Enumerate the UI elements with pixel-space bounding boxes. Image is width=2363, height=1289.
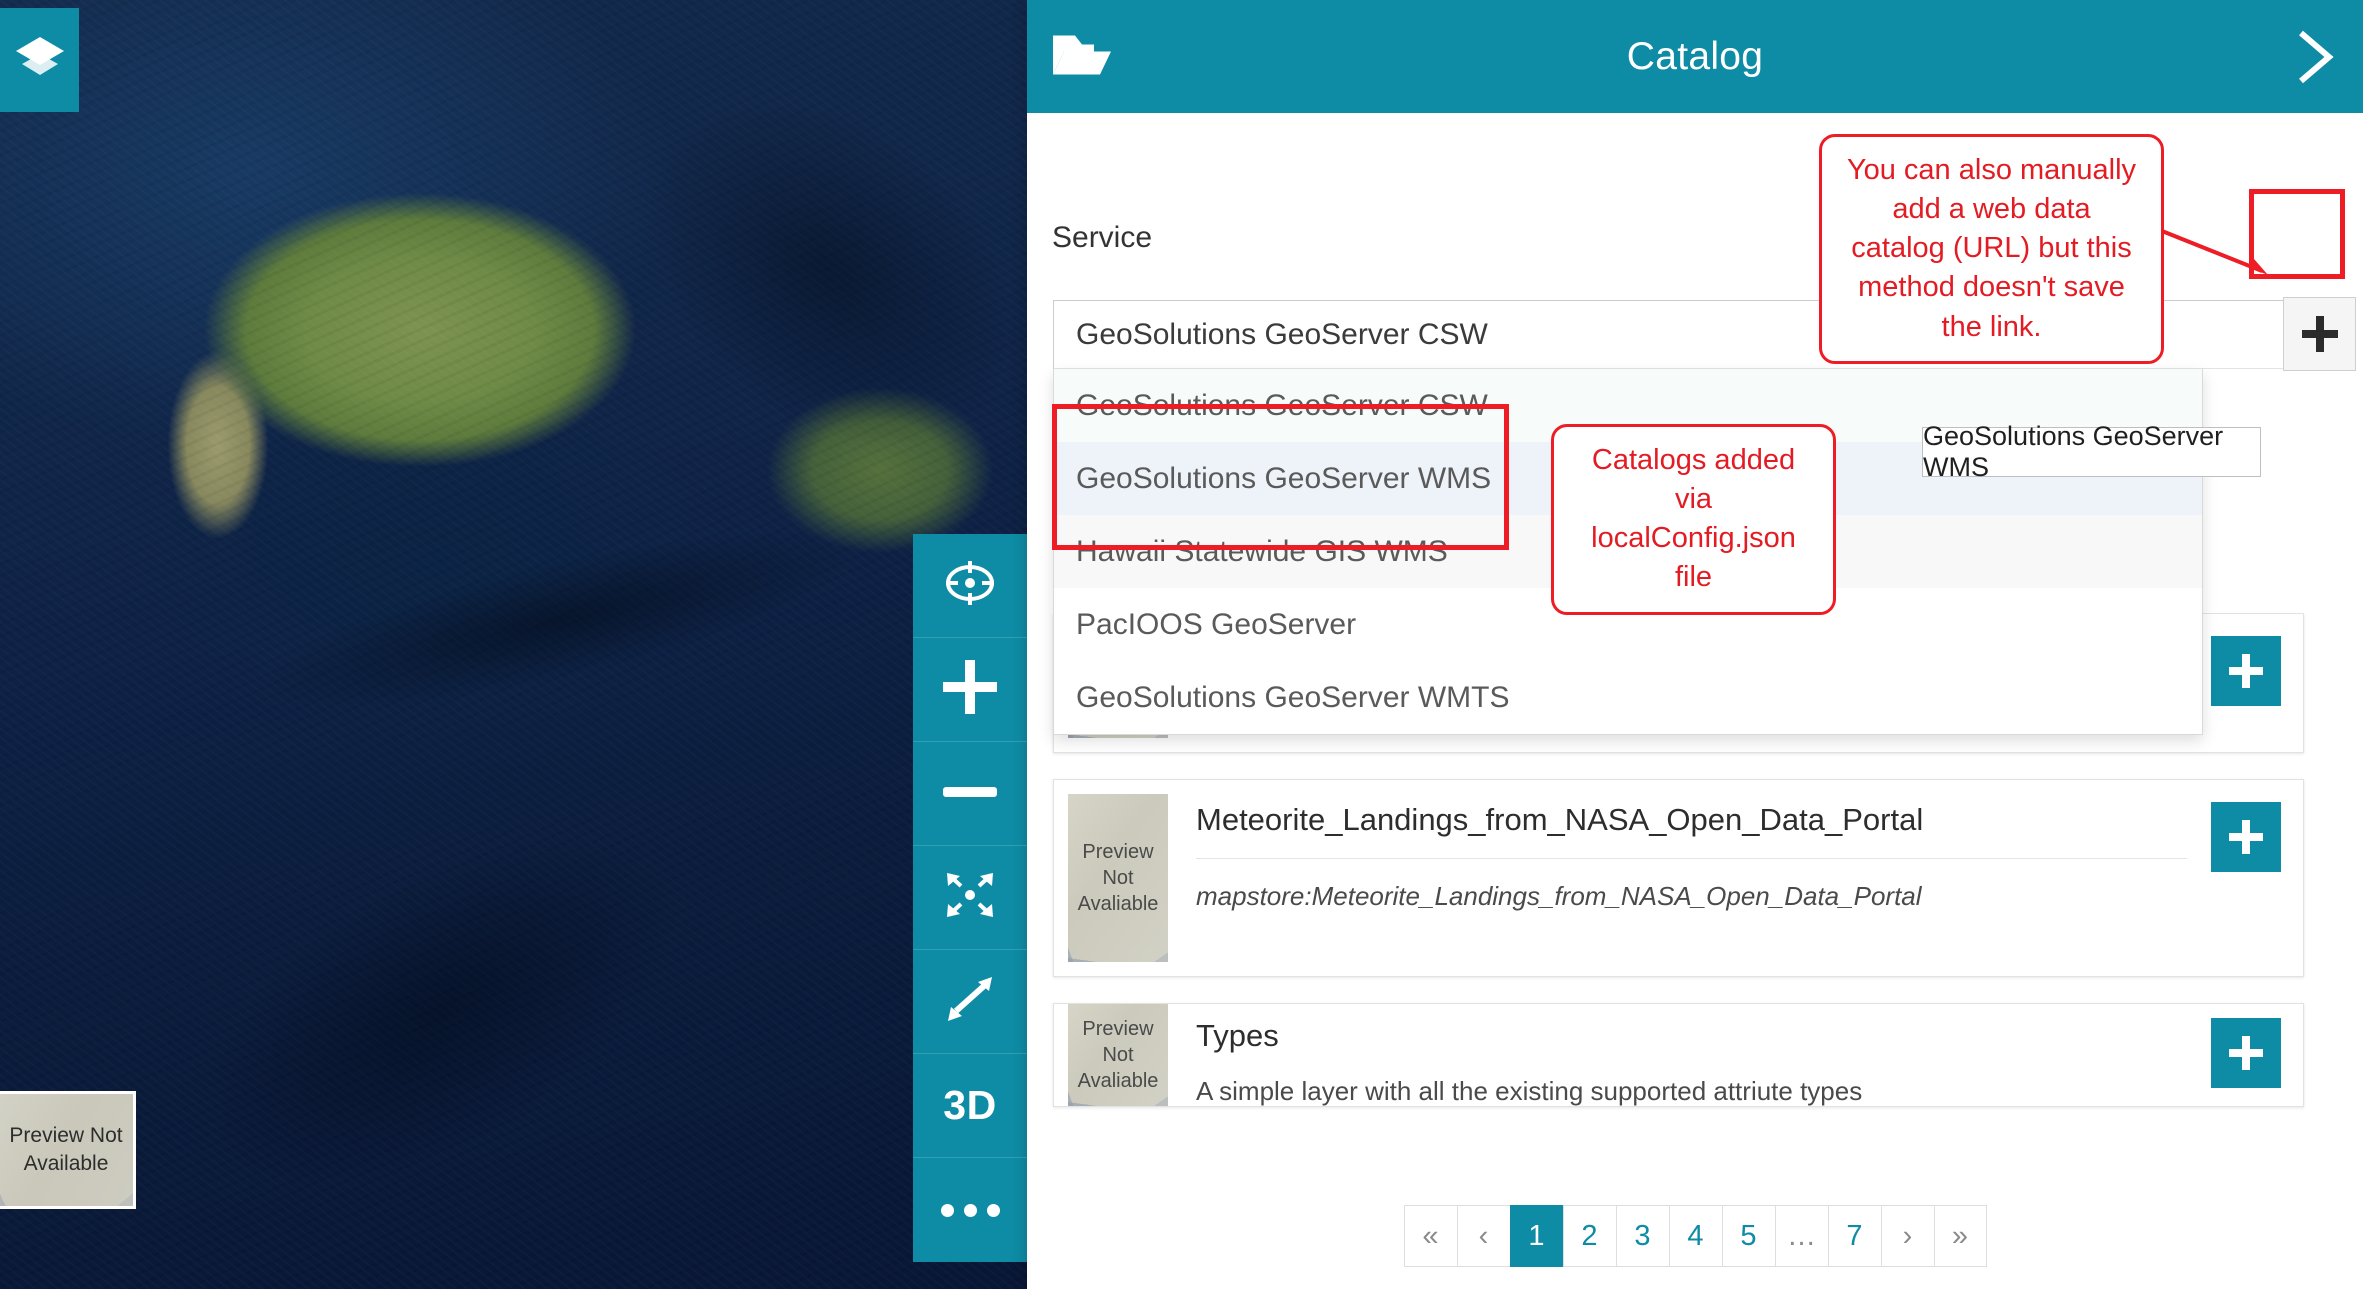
- layer-description: A simple layer with all the existing sup…: [1196, 1076, 1863, 1106]
- locate-me-button[interactable]: [913, 534, 1027, 638]
- thumb-line1: Preview Not: [1082, 1018, 1154, 1066]
- map-canvas[interactable]: [0, 0, 1088, 1289]
- divider: [1196, 858, 2187, 859]
- zoom-out-button[interactable]: [913, 742, 1027, 846]
- page-3[interactable]: 3: [1615, 1205, 1669, 1267]
- fit-extent-icon: [942, 870, 998, 925]
- plus-icon: [2301, 316, 2338, 352]
- layer-title: Meteorite_Landings_from_NASA_Open_Data_P…: [1196, 802, 1924, 837]
- plus-icon: [2229, 1036, 2263, 1070]
- layer-info: Meteorite_Landings_from_NASA_Open_Data_P…: [1168, 780, 2211, 976]
- page-first[interactable]: «: [1403, 1205, 1457, 1267]
- thumb-line1: Preview Not: [1082, 841, 1154, 889]
- layer-identifier: mapstore:Meteorite_Landings_from_NASA_Op…: [1196, 881, 1922, 911]
- zoom-to-extent-button[interactable]: [913, 846, 1027, 950]
- page-last[interactable]: »: [1933, 1205, 1987, 1267]
- page-next[interactable]: ›: [1880, 1205, 1934, 1267]
- layers-panel-button[interactable]: [0, 8, 79, 112]
- page-title: Catalog: [1626, 34, 1764, 78]
- map-preview-line1: Preview Not: [9, 1123, 123, 1147]
- selected-service-chip: GeoSolutions GeoServer WMS: [1922, 421, 2261, 482]
- service-select-value: GeoSolutions GeoServer CSW: [1076, 317, 1488, 351]
- map-toolbar: 3D: [913, 534, 1027, 1262]
- page-1[interactable]: 1: [1509, 1205, 1563, 1267]
- page-ellipsis: …: [1774, 1205, 1828, 1267]
- expand-diagonal-icon: [942, 973, 998, 1030]
- crosshair-icon: [944, 557, 996, 614]
- ellipsis-icon: [940, 1203, 1000, 1217]
- map-preview-thumbnail: Preview Not Available: [0, 1091, 136, 1209]
- page-5[interactable]: 5: [1721, 1205, 1775, 1267]
- layer-info: Types A simple layer with all the existi…: [1168, 1004, 2211, 1106]
- folder-open-icon: [1051, 29, 1113, 84]
- callout-config-catalogs: Catalogs added via localConfig.json file: [1551, 424, 1836, 615]
- layers-icon: [14, 34, 66, 87]
- add-catalog-button[interactable]: [2283, 297, 2356, 371]
- layer-title: Types: [1196, 1018, 1279, 1053]
- close-icon[interactable]: [2291, 28, 2339, 86]
- zoom-in-button[interactable]: [913, 638, 1027, 742]
- result-card[interactable]: Preview Not Avaliable Meteorite_Landings…: [1053, 779, 2304, 977]
- toggle-3d-button[interactable]: 3D: [913, 1054, 1027, 1158]
- layer-thumbnail: Preview Not Avaliable: [1068, 794, 1168, 962]
- service-option[interactable]: GeoSolutions GeoServer WMTS: [1054, 661, 2202, 734]
- page-7[interactable]: 7: [1827, 1205, 1881, 1267]
- service-label: Service: [1052, 221, 1153, 254]
- add-layer-button[interactable]: [2211, 802, 2281, 872]
- pagination: « ‹ 1 2 3 4 5 … 7 › »: [1027, 1205, 2363, 1267]
- add-layer-button[interactable]: [2211, 1018, 2281, 1088]
- minus-icon: [943, 785, 997, 803]
- page-4[interactable]: 4: [1668, 1205, 1722, 1267]
- plus-icon: [943, 660, 997, 719]
- callout-add-catalog: You can also manually add a web data cat…: [1819, 134, 2164, 364]
- thumb-line2: Avaliable: [1077, 893, 1159, 915]
- catalog-header: Catalog: [1027, 0, 2363, 113]
- plus-icon: [2229, 820, 2263, 854]
- app-root: 3D Preview Not Available Catalog Service…: [0, 0, 2363, 1289]
- thumb-line2: Avaliable: [1077, 1070, 1159, 1092]
- fullscreen-button[interactable]: [913, 950, 1027, 1054]
- map-preview-line2: Available: [23, 1152, 109, 1175]
- page-2[interactable]: 2: [1562, 1205, 1616, 1267]
- layer-thumbnail: Preview Not Avaliable: [1068, 1004, 1168, 1106]
- result-card[interactable]: Preview Not Avaliable Types A simple lay…: [1053, 1003, 2304, 1107]
- more-options-button[interactable]: [913, 1158, 1027, 1262]
- page-prev[interactable]: ‹: [1456, 1205, 1510, 1267]
- plus-icon: [2229, 654, 2263, 688]
- add-layer-button[interactable]: [2211, 636, 2281, 706]
